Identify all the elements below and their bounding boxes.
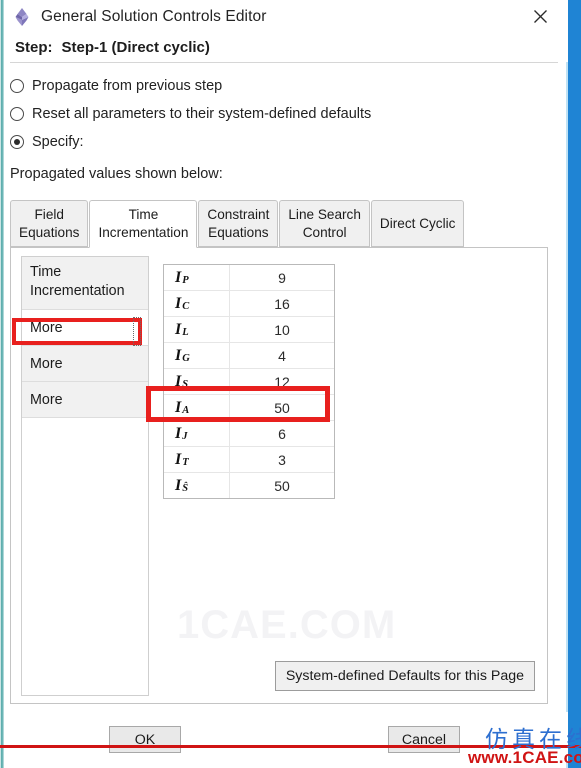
parameter-subscript: P [182,275,189,286]
parameter-subscript: S [182,379,189,390]
list-item-more-1[interactable]: More [22,310,148,347]
tab-label-line1: Direct Cyclic [379,215,456,231]
radio-specify[interactable]: Specify: [10,128,550,156]
tab-direct-cyclic[interactable]: Direct Cyclic [370,200,465,247]
tab-label-line1: Field [34,206,64,222]
tab-label-line1: Line Search [288,206,361,222]
window-title: General Solution Controls Editor [41,7,267,25]
parameter-group-list[interactable]: Time Incrementation More More More [21,256,149,696]
radio-label: Specify: [32,134,84,150]
radio-icon-selected [10,135,24,149]
list-item-label: More [30,391,63,408]
tab-label-line2: Control [302,224,347,240]
parameter-subscript: G [182,353,190,364]
step-divider [10,62,558,63]
step-value: Step-1 (Direct cyclic) [61,39,210,56]
list-header-line1: Time [30,264,62,280]
parameter-value[interactable]: 6 [230,426,334,442]
parameter-symbol: IG [164,343,230,368]
table-row[interactable]: IP 9 [164,265,334,291]
tab-field-equations[interactable]: Field Equations [10,200,89,247]
list-item-more-2[interactable]: More [22,346,148,383]
propagated-values-note: Propagated values shown below: [10,166,223,182]
parameter-value[interactable]: 3 [230,452,334,468]
tab-strip: Field Equations Time Incrementation Cons… [10,200,548,248]
parameter-subscript: C [182,301,190,312]
parameter-subscript: J [182,431,188,442]
parameter-subscript: Ŝ [182,483,189,494]
tab-label-line2: Incrementation [98,225,189,240]
parameter-value[interactable]: 10 [230,322,334,338]
step-row: Step: Step-1 (Direct cyclic) [5,33,568,62]
table-row[interactable]: IG 4 [164,343,334,369]
parameter-symbol: IT [164,447,230,472]
radio-label: Reset all parameters to their system-def… [32,106,372,122]
ok-button[interactable]: OK [109,726,181,753]
table-row[interactable]: IŜ 50 [164,473,334,498]
radio-icon [10,107,24,121]
table-row[interactable]: IJ 6 [164,421,334,447]
parameter-value[interactable]: 50 [230,478,334,494]
system-defined-defaults-button[interactable]: System-defined Defaults for this Page [274,661,535,691]
parameter-value[interactable]: 50 [230,400,334,416]
propagation-radio-group: Propagate from previous step Reset all p… [10,72,550,156]
watermark-table: 1CAE.COM [177,603,397,647]
list-empty-space [22,418,148,695]
parameter-symbol: IŜ [164,473,230,498]
radio-reset-all-parameters[interactable]: Reset all parameters to their system-def… [10,100,550,128]
table-row[interactable]: IL 10 [164,317,334,343]
window-right-accent-strip [566,0,581,768]
list-header: Time Incrementation [22,257,148,311]
tab-content-panel: Time Incrementation More More More 1CAE.… [10,248,548,704]
tab-time-incrementation[interactable]: Time Incrementation [89,200,198,248]
table-row[interactable]: IC 16 [164,291,334,317]
parameter-value[interactable]: 9 [230,270,334,286]
watermark-site-url: www.1CAE.com [468,748,581,767]
tab-label-line2: Equations [19,224,80,240]
parameter-symbol: IJ [164,421,230,446]
parameter-value[interactable]: 16 [230,296,334,312]
radio-icon [10,79,24,93]
parameter-value[interactable]: 12 [230,374,334,390]
window-left-edge [0,0,4,768]
tab-label-line1: Time [128,207,159,223]
parameter-symbol: IA [164,395,230,420]
parameter-subscript: A [182,405,190,416]
table-row-highlighted[interactable]: IA 50 [164,395,334,421]
tab-label-line1: Constraint [207,206,270,222]
parameter-subscript: T [182,457,189,468]
parameter-symbol: IP [164,265,230,290]
abaqus-diamond-icon [11,6,33,28]
table-row[interactable]: IT 3 [164,447,334,473]
parameter-symbol: IL [164,317,230,342]
list-item-label: More [30,319,63,336]
close-icon[interactable] [520,2,560,30]
table-row[interactable]: IS 12 [164,369,334,395]
radio-propagate-from-previous-step[interactable]: Propagate from previous step [10,72,550,100]
tab-label-line2: Equations [208,224,269,240]
dialog-window: General Solution Controls Editor Step: S… [0,0,581,768]
parameter-subscript: L [182,327,189,338]
tab-constraint-equations[interactable]: Constraint Equations [198,200,279,247]
step-label: Step: [15,39,53,56]
list-item-more-3[interactable]: More [22,382,148,419]
list-header-line2: Incrementation [30,283,125,300]
cancel-button[interactable]: Cancel [388,726,460,753]
parameter-symbol: IC [164,291,230,316]
parameter-symbol: IS [164,369,230,394]
parameter-value[interactable]: 4 [230,348,334,364]
parameter-values-table[interactable]: IP 9 IC 16 IL 10 IG 4 IS 12 IA 50 I J 6 … [163,264,335,499]
list-focus-indicator [133,317,141,346]
list-item-label: More [30,355,63,372]
title-bar: General Solution Controls Editor [5,0,568,33]
radio-label: Propagate from previous step [32,78,223,94]
tab-line-search-control[interactable]: Line Search Control [279,200,370,247]
